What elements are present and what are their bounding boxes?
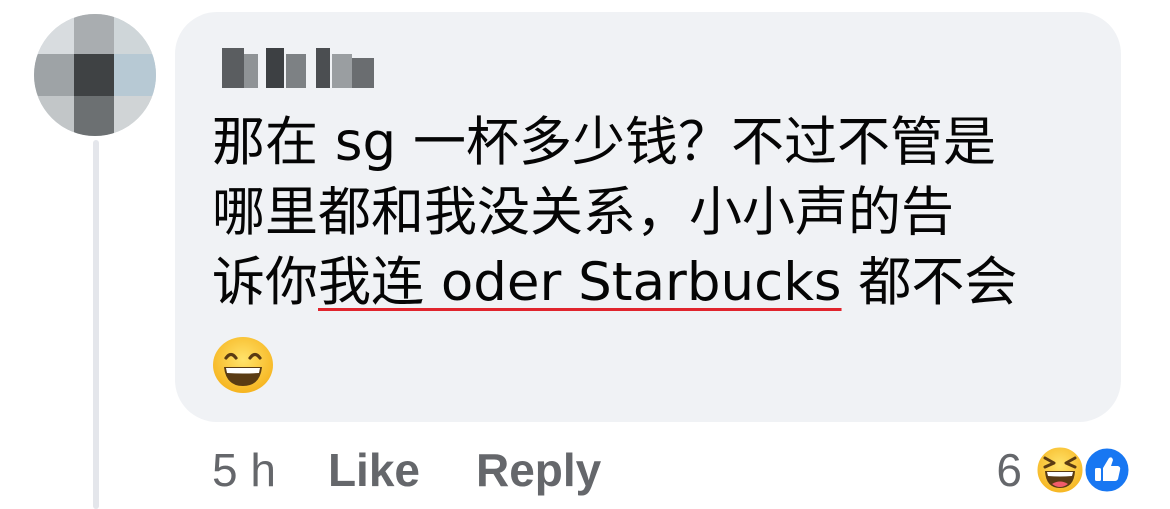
avatar-pixel [34,96,74,136]
thumbs-up-icon [1082,445,1132,495]
comment-line: 诉你我连 oder Starbucks 都不会 [212,248,1112,318]
redaction-block [266,48,284,88]
comment-line-prefix: 诉你 [212,252,318,313]
redaction-block [332,54,352,88]
comment-line: 那在 sg 一杯多少钱？不过不管是 [212,112,996,173]
comment-text: 那在 sg 一杯多少钱？不过不管是 哪里都和我没关系，小小声的告 诉你我连 od… [212,108,1112,318]
underlined-text: 我连 oder Starbucks [318,252,842,313]
comment-line: 哪里都和我没关系，小小声的告 [212,182,954,243]
reply-button[interactable]: Reply [476,443,601,497]
avatar-pixel [74,14,114,54]
laughing-face-icon [1034,444,1086,496]
reaction-count[interactable]: 6 [996,443,1022,497]
avatar-pixel [34,14,74,54]
comment-actions: 5 h Like Reply [212,440,601,500]
reaction-summary[interactable]: 6 [996,440,1134,500]
comment-timestamp[interactable]: 5 h [212,443,276,497]
avatar-pixel [114,14,156,54]
avatar-pixel [34,54,74,96]
redaction-block [286,54,306,88]
redaction-block [352,58,374,88]
redaction-block [244,54,258,88]
avatar[interactable] [34,14,156,136]
grinning-face-icon [213,337,273,393]
avatar-pixel [74,96,114,136]
redaction-block [316,48,330,88]
author-name-redacted[interactable] [222,44,382,90]
reaction-icons [1034,444,1134,496]
avatar-pixel [114,54,156,96]
redaction-block [222,48,244,88]
avatar-pixel [74,54,114,96]
avatar-pixel [114,96,156,136]
like-button[interactable]: Like [328,443,420,497]
comment-line-suffix: 都不会 [841,252,1018,313]
reply-thread-line [93,140,99,509]
